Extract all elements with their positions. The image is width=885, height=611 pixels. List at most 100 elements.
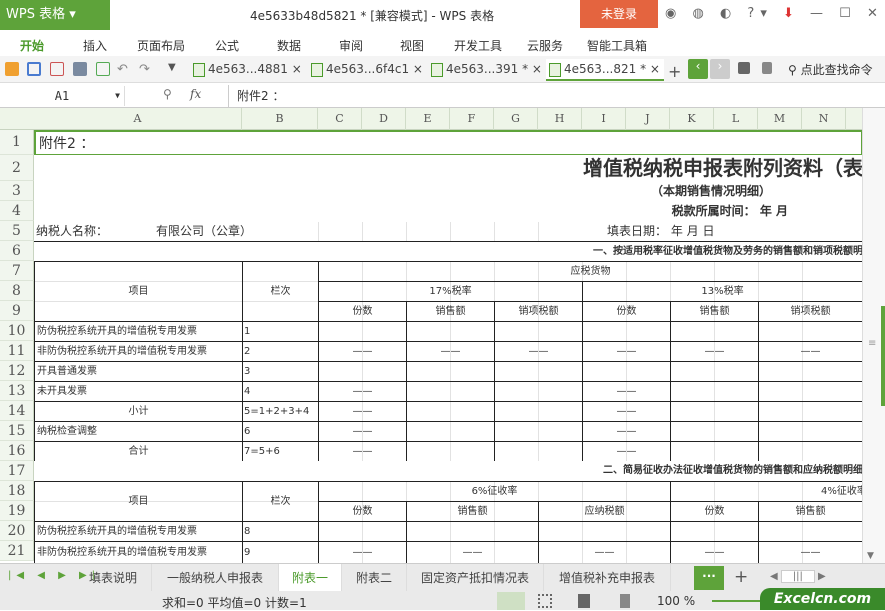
row-header[interactable]: 16 [0,441,34,461]
tax-period[interactable]: 税款所属时间： 年 月 [34,201,862,222]
value-cell[interactable] [406,321,495,342]
header-column-no[interactable]: 栏次 [242,481,319,522]
row-column-no[interactable]: 2 [242,341,319,362]
open-icon[interactable] [5,62,19,76]
value-cell[interactable]: —— [582,441,671,462]
sub-header[interactable]: 销售额 [758,501,862,522]
value-cell[interactable]: —— [582,421,671,442]
row-header[interactable]: 7 [0,261,34,281]
row-column-no[interactable]: 8 [242,521,319,542]
column-header[interactable]: I [582,108,626,130]
close-icon[interactable]: × [532,62,542,76]
value-cell[interactable]: —— [582,341,671,362]
row-column-no[interactable]: 9 [242,541,319,563]
value-cell[interactable]: —— [758,341,862,362]
value-cell[interactable] [670,521,759,542]
close-icon[interactable]: × [292,62,302,76]
close-icon[interactable]: × [413,62,423,76]
value-cell[interactable]: —— [582,381,671,402]
value-cell[interactable] [318,521,407,542]
value-cell[interactable] [406,421,495,442]
value-cell[interactable] [406,401,495,422]
prev-tab-icon[interactable]: ‹ [688,59,708,79]
fill-date[interactable]: 填表日期： 年 月 日 [582,221,862,242]
name-box[interactable]: A1 ▼ [0,86,125,106]
value-cell[interactable] [670,441,759,462]
row-header[interactable]: 6 [0,241,34,261]
value-cell[interactable]: —— [406,541,539,563]
header-taxable-goods[interactable]: 应税货物 [318,261,862,282]
value-cell[interactable] [758,421,862,442]
menu-developer[interactable]: 开发工具 [454,37,502,54]
print-icon[interactable] [73,62,87,76]
row-label[interactable]: 合计 [34,441,243,462]
undo-icon[interactable]: ↶ [117,62,131,77]
value-cell[interactable] [670,321,759,342]
row-column-no[interactable]: 3 [242,361,319,382]
value-cell[interactable] [538,521,671,542]
row-header[interactable]: 17 [0,461,34,481]
sheet-tab[interactable]: 一般纳税人申报表 [152,564,279,592]
column-header[interactable]: E [406,108,450,130]
value-cell[interactable]: —— [582,401,671,422]
value-cell[interactable]: —— [670,341,759,362]
column-header[interactable]: C [318,108,362,130]
value-cell[interactable] [758,441,862,462]
add-sheet-button[interactable]: + [734,567,748,587]
column-header[interactable]: G [494,108,538,130]
sheet-tab[interactable]: 填表说明 [75,564,152,592]
menu-data[interactable]: 数据 [277,37,301,54]
row-column-no[interactable]: 1 [242,321,319,342]
close-icon[interactable]: × [650,62,660,76]
sub-header[interactable]: 销售额 [670,301,759,322]
column-header[interactable]: L [714,108,758,130]
value-cell[interactable] [494,381,583,402]
doc-tab[interactable]: 4e563...391 * × [428,59,546,81]
value-cell[interactable]: —— [494,341,583,362]
export-pdf-icon[interactable] [50,62,64,76]
row-header[interactable]: 21 [0,541,34,561]
row-label[interactable]: 未开具发票 [34,381,243,402]
sub-header[interactable]: 份数 [318,501,407,522]
company-name[interactable]: 有限公司（公章） [34,221,319,242]
wps-menu-button[interactable]: WPS 表格 ▾ [0,0,110,30]
value-cell[interactable]: —— [318,341,407,362]
row-header[interactable]: 4 [0,201,34,221]
sub-header[interactable]: 销售额 [406,301,495,322]
menu-view[interactable]: 视图 [400,37,424,54]
header-item[interactable]: 项目 [34,481,243,522]
value-cell[interactable] [582,321,671,342]
column-header[interactable]: A [34,108,242,130]
sub-header[interactable]: 销项税额 [494,301,583,322]
spreadsheet-grid[interactable]: 附件2 ：增值税纳税申报表附列资料（表 （本期销售情况明细） 税款所属时间： 年 月… [34,130,862,563]
doc-tab[interactable]: 4e563...4881 × [190,59,302,81]
side-panel-toggle[interactable] [881,306,885,406]
doc-tab[interactable]: 4e563...6f4c1 × [308,59,426,81]
sheet-tab[interactable]: 增值税补充申报表 [544,564,671,592]
value-cell[interactable] [318,361,407,382]
column-header[interactable]: D [362,108,406,130]
value-cell[interactable] [670,401,759,422]
horizontal-scrollbar[interactable]: ◀ ||| ▶ [770,570,870,585]
value-cell[interactable] [670,421,759,442]
zoom-level[interactable]: 100 % [657,594,695,608]
report-subtitle[interactable]: （本期销售情况明细） [34,181,862,202]
fx-icon[interactable]: fx [190,87,201,101]
cell-a1-selected[interactable]: 附件2 ： [34,130,862,156]
value-cell[interactable]: —— [670,541,759,563]
menu-cloud[interactable]: 云服务 [527,37,563,54]
dropdown-icon[interactable]: ▼ [168,62,182,76]
value-cell[interactable]: —— [406,341,495,362]
header-rate-4[interactable]: 4%征收率 [670,481,862,502]
row-label[interactable]: 小计 [34,401,243,422]
row-label[interactable]: 防伪税控系统开具的增值税专用发票 [34,521,243,542]
value-cell[interactable] [670,381,759,402]
vertical-scrollbar[interactable]: ≡ ▼ [862,108,885,563]
value-cell[interactable] [406,361,495,382]
value-cell[interactable] [494,321,583,342]
value-cell[interactable]: —— [318,381,407,402]
redo-icon[interactable]: ↷ [139,62,153,77]
sub-header[interactable]: 份数 [582,301,671,322]
column-header[interactable]: K [670,108,714,130]
value-cell[interactable] [406,441,495,462]
